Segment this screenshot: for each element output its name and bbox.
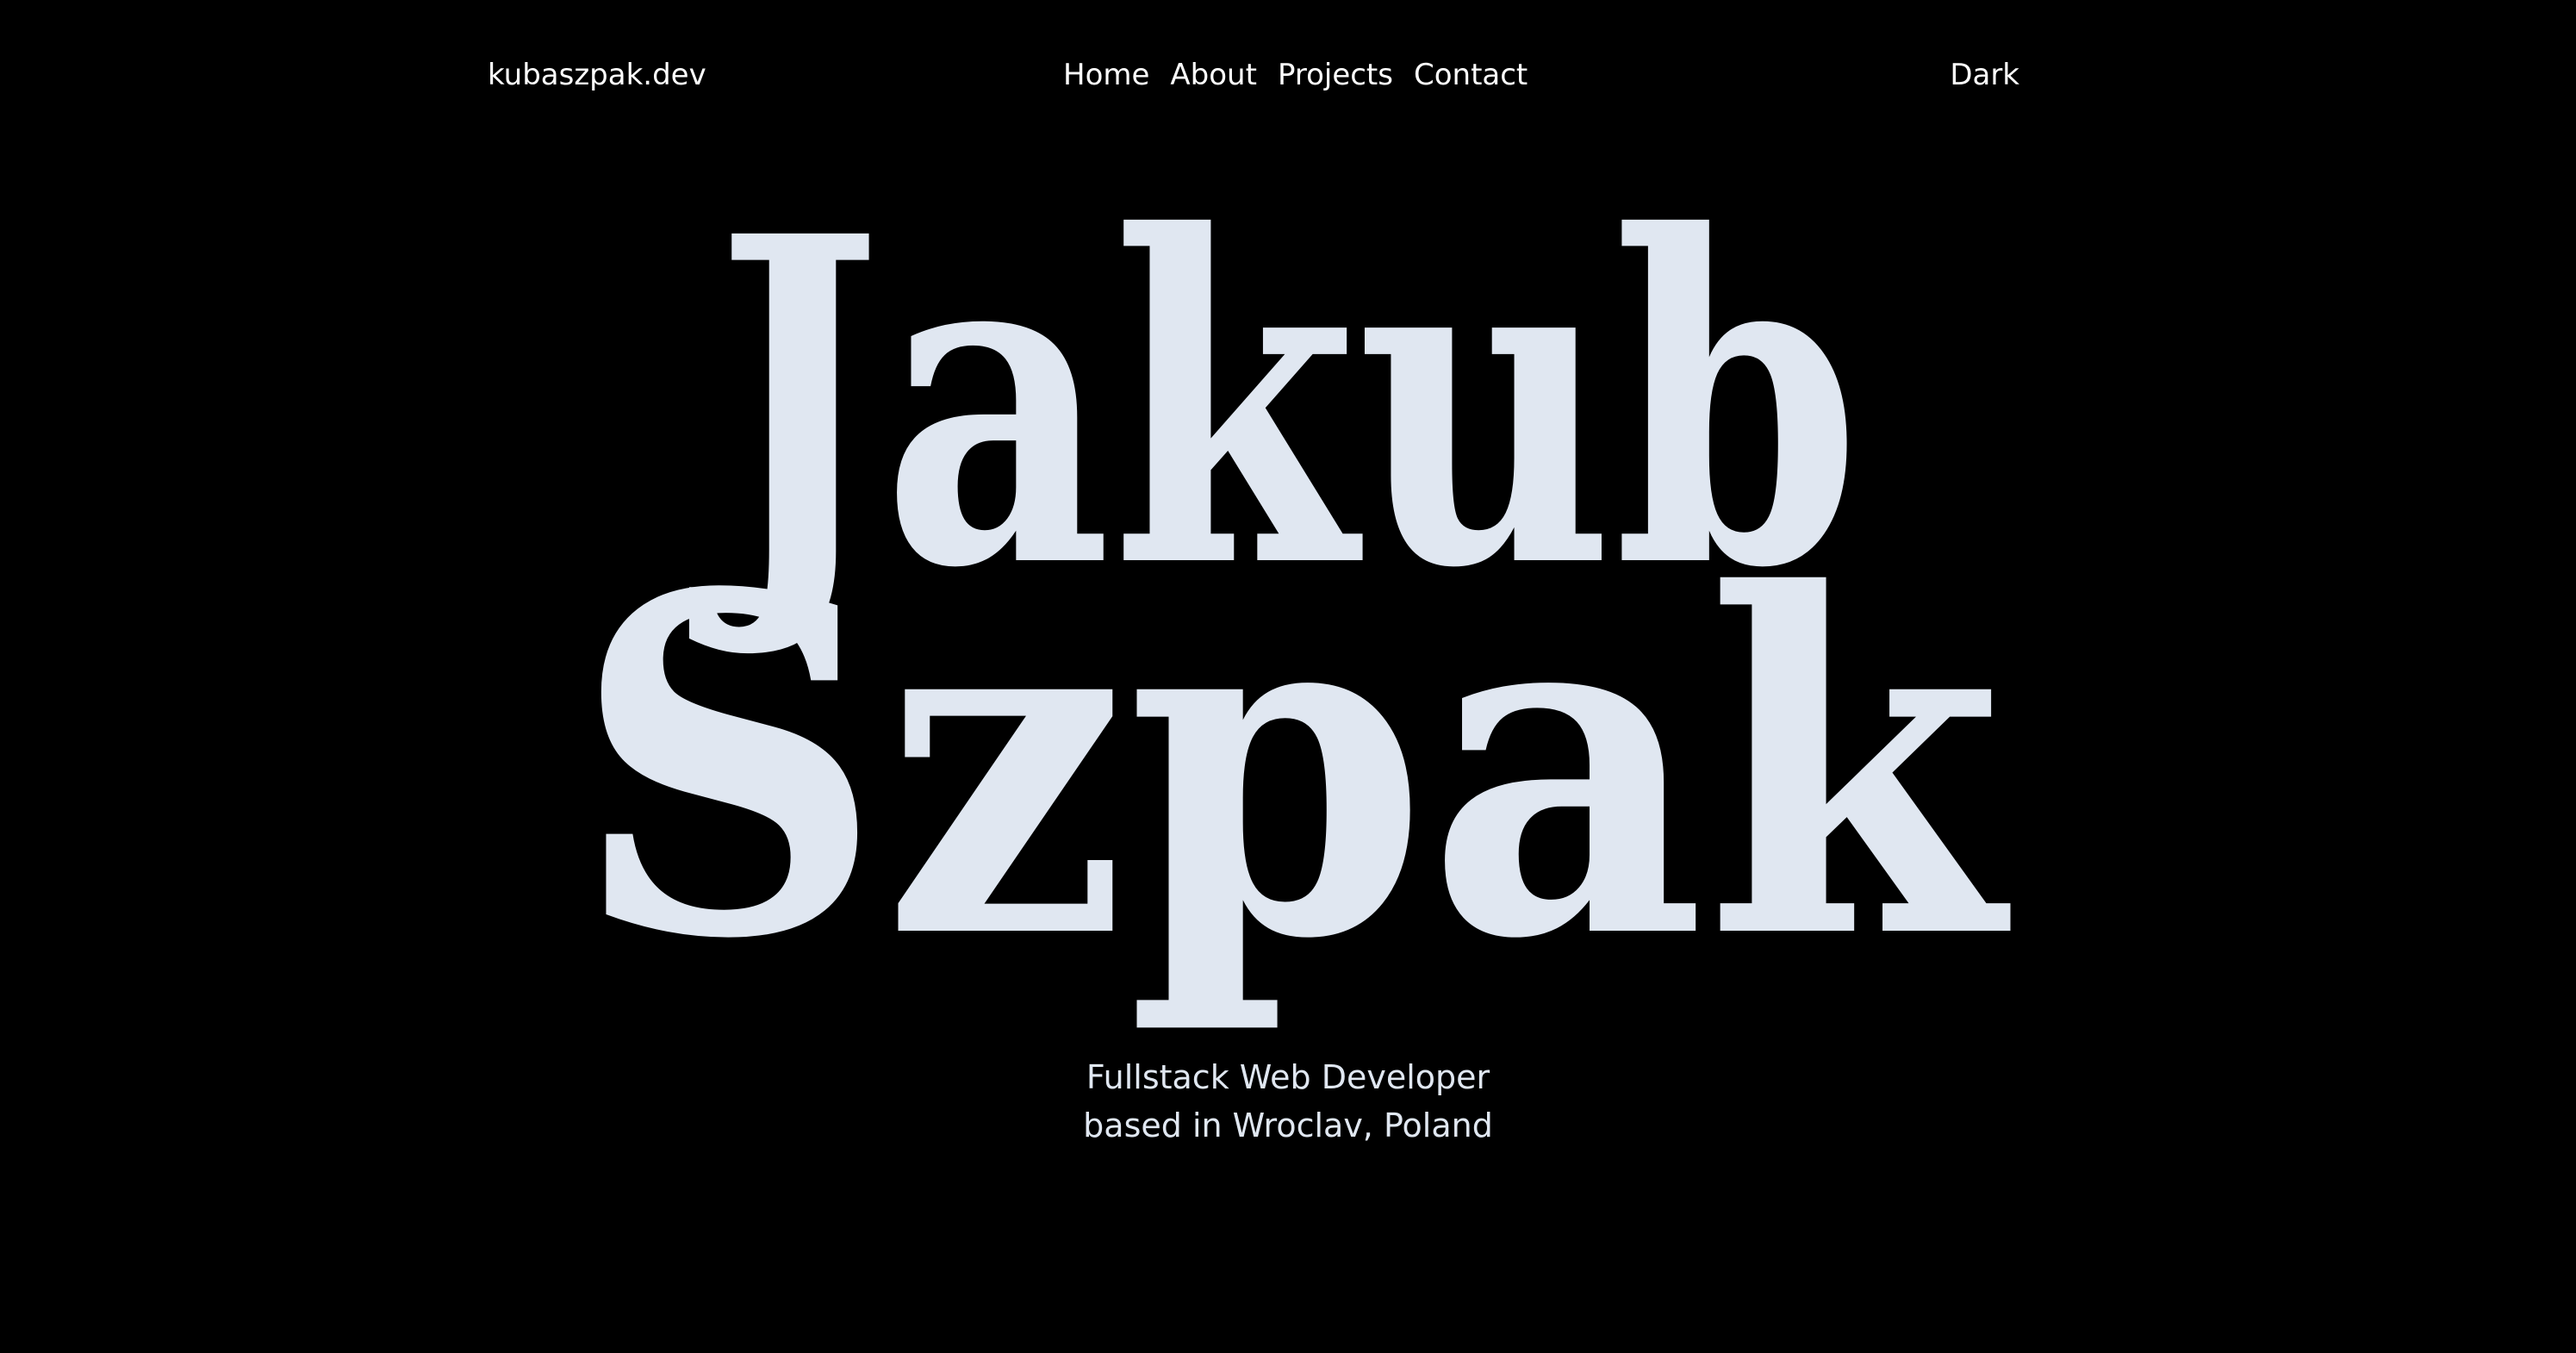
top-nav: kubaszpak.dev Home About Projects Contac… — [0, 53, 2576, 97]
hero-tagline: Fullstack Web Developer based in Wroclav… — [0, 1053, 2576, 1150]
theme-toggle-button[interactable]: Dark — [1950, 53, 2019, 97]
tagline-location: based in Wroclav, Poland — [1083, 1107, 1493, 1144]
tagline-role: Fullstack Web Developer — [1086, 1058, 1490, 1096]
nav-link-about[interactable]: About — [1170, 53, 1257, 97]
hero-section: Jakub Szpak — [0, 164, 2576, 1060]
main-menu: Home About Projects Contact — [1063, 53, 1528, 97]
nav-link-home[interactable]: Home — [1063, 53, 1149, 97]
hero-name-graphic: Jakub Szpak — [573, 164, 2014, 1041]
nav-link-projects[interactable]: Projects — [1278, 53, 1393, 97]
hero-last-name: Szpak — [573, 495, 2014, 1041]
nav-link-contact[interactable]: Contact — [1414, 53, 1528, 97]
site-logo-link[interactable]: kubaszpak.dev — [488, 53, 706, 97]
